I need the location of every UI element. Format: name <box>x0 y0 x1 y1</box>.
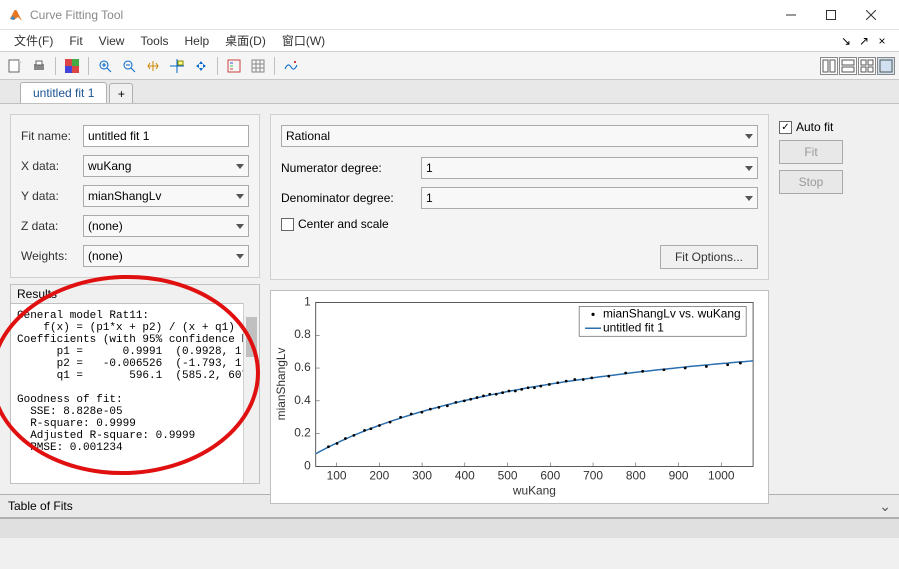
layout-2-icon[interactable] <box>839 57 857 75</box>
fitname-input[interactable] <box>83 125 249 147</box>
ydata-select[interactable]: mianShangLv <box>83 185 249 207</box>
auto-fit-label: Auto fit <box>796 120 833 134</box>
weights-label: Weights: <box>21 249 77 263</box>
zoom-out-icon[interactable] <box>118 55 140 77</box>
fit-tabbar: untitled fit 1 + <box>0 80 899 104</box>
model-select[interactable]: Rational <box>281 125 758 147</box>
ydata-label: Y data: <box>21 189 77 203</box>
maximize-button[interactable] <box>811 1 851 29</box>
grid-icon[interactable] <box>247 55 269 77</box>
svg-text:0.2: 0.2 <box>294 426 311 440</box>
window-title: Curve Fitting Tool <box>30 8 771 22</box>
svg-text:200: 200 <box>369 468 389 482</box>
svg-text:600: 600 <box>540 468 560 482</box>
results-scrollbar[interactable] <box>243 303 259 483</box>
minimize-button[interactable] <box>771 1 811 29</box>
results-panel: Results General model Rat11: f(x) = (p1*… <box>10 284 260 484</box>
zdata-select[interactable]: (none) <box>83 215 249 237</box>
fit-button[interactable]: Fit <box>779 140 843 164</box>
layout-1-icon[interactable] <box>820 57 838 75</box>
print-icon[interactable] <box>28 55 50 77</box>
svg-text:100: 100 <box>327 468 347 482</box>
xdata-label: X data: <box>21 159 77 173</box>
denominator-select[interactable]: 1 <box>421 187 758 209</box>
close-panel-icon[interactable]: × <box>875 34 889 48</box>
svg-text:untitled fit 1: untitled fit 1 <box>603 320 664 334</box>
menu-file[interactable]: 文件(F) <box>6 30 61 51</box>
fit-config-panel: Rational Numerator degree: 1 Denominator… <box>270 114 769 280</box>
menu-tools[interactable]: Tools <box>132 32 176 50</box>
plot-legend: mianShangLv vs. wuKang untitled fit 1 <box>579 306 746 336</box>
svg-text:0.4: 0.4 <box>294 393 311 407</box>
menu-window[interactable]: 窗口(W) <box>274 30 333 51</box>
zoom-in-icon[interactable] <box>94 55 116 77</box>
pan-icon[interactable] <box>142 55 164 77</box>
svg-text:900: 900 <box>669 468 689 482</box>
xlabel: wuKang <box>512 483 556 497</box>
layout-3-icon[interactable] <box>858 57 876 75</box>
palette-icon[interactable] <box>61 55 83 77</box>
dock-arrow-icon[interactable]: ↘ <box>839 34 853 48</box>
residuals-icon[interactable] <box>280 55 302 77</box>
menu-help[interactable]: Help <box>176 32 217 50</box>
svg-text:0: 0 <box>304 458 311 472</box>
table-of-fits-label: Table of Fits <box>8 499 73 513</box>
svg-text:500: 500 <box>498 468 518 482</box>
fitname-label: Fit name: <box>21 129 77 143</box>
svg-text:0.6: 0.6 <box>294 360 311 374</box>
zdata-label: Z data: <box>21 219 77 233</box>
weights-select[interactable]: (none) <box>83 245 249 267</box>
data-panel: Fit name: X data: wuKang Y data: mianSha… <box>10 114 260 278</box>
titlebar: Curve Fitting Tool <box>0 0 899 30</box>
auto-fit-checkbox[interactable] <box>779 121 792 134</box>
layout-4-icon[interactable] <box>877 57 895 75</box>
results-title: Results <box>11 285 259 304</box>
stop-button[interactable]: Stop <box>779 170 843 194</box>
close-button[interactable] <box>851 1 891 29</box>
menubar: 文件(F) Fit View Tools Help 桌面(D) 窗口(W) ↘ … <box>0 30 899 52</box>
data-cursor-icon[interactable] <box>166 55 188 77</box>
svg-text:700: 700 <box>583 468 603 482</box>
denominator-label: Denominator degree: <box>281 191 411 205</box>
ylabel: mianShangLv <box>274 347 288 420</box>
results-text[interactable]: General model Rat11: f(x) = (p1*x + p2) … <box>11 304 259 483</box>
svg-text:800: 800 <box>626 468 646 482</box>
svg-text:0.8: 0.8 <box>294 327 311 341</box>
menu-view[interactable]: View <box>91 32 133 50</box>
svg-text:1: 1 <box>304 294 311 308</box>
menu-desktop[interactable]: 桌面(D) <box>217 30 274 51</box>
center-scale-label: Center and scale <box>298 217 389 231</box>
svg-text:300: 300 <box>412 468 432 482</box>
svg-text:400: 400 <box>455 468 475 482</box>
plot-panel[interactable]: 0 0.2 0.4 0.6 0.8 1 100 200 300 400 500 <box>270 290 769 504</box>
collapse-arrow-icon[interactable]: ⌄ <box>879 498 891 515</box>
reset-view-icon[interactable] <box>190 55 212 77</box>
toolbar <box>0 52 899 80</box>
svg-text:mianShangLv vs. wuKang: mianShangLv vs. wuKang <box>603 306 741 320</box>
tab-untitled-fit[interactable]: untitled fit 1 <box>20 82 107 103</box>
svg-text:1000: 1000 <box>708 468 735 482</box>
menu-fit[interactable]: Fit <box>61 32 90 50</box>
numerator-label: Numerator degree: <box>281 161 411 175</box>
status-bar <box>0 518 899 538</box>
xdata-select[interactable]: wuKang <box>83 155 249 177</box>
tab-add-button[interactable]: + <box>109 83 133 103</box>
numerator-select[interactable]: 1 <box>421 157 758 179</box>
undock-icon[interactable]: ↗ <box>857 34 871 48</box>
fit-options-button[interactable]: Fit Options... <box>660 245 758 269</box>
legend-icon[interactable] <box>223 55 245 77</box>
plot-svg: 0 0.2 0.4 0.6 0.8 1 100 200 300 400 500 <box>271 291 768 503</box>
new-fit-icon[interactable] <box>4 55 26 77</box>
center-scale-checkbox[interactable] <box>281 218 294 231</box>
matlab-logo-icon <box>8 7 24 23</box>
